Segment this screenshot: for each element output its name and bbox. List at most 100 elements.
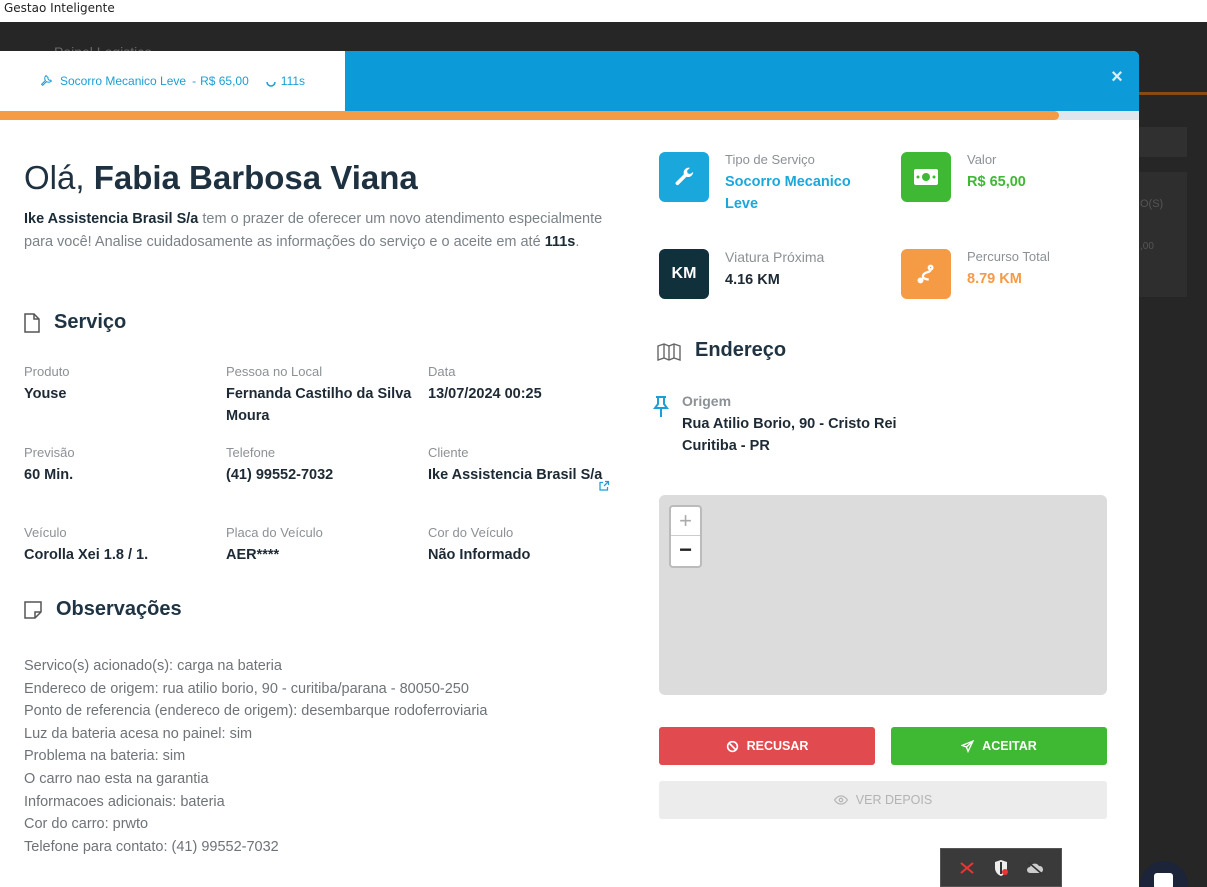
field-value: (41) 99552-7032 [226, 467, 334, 483]
kpi-route-total: Percurso Total 8.79 KM [901, 249, 1111, 299]
observations-section-title: Observações [24, 598, 182, 621]
observations-list: Servico(s) acionado(s): carga na bateria… [24, 655, 487, 858]
km-badge: KM [659, 249, 709, 299]
field-label: Cliente [428, 445, 469, 460]
observation-line: Cor do carro: prwto [24, 816, 149, 833]
field-value: Não Informado [428, 547, 531, 563]
kpi-label: Tipo de Serviço [725, 152, 815, 167]
security-shield-icon[interactable] [993, 859, 1009, 877]
observation-line: Ponto de referencia (endereco de origem)… [24, 703, 488, 720]
provider-name: Fabia Barbosa Viana [93, 159, 418, 196]
field-label: Telefone [226, 445, 276, 460]
document-icon [24, 312, 40, 333]
kpi-label: Percurso Total [967, 249, 1050, 264]
kpi-label: Valor [967, 152, 997, 167]
field-data: Data 13/07/2024 00:25 [428, 364, 618, 405]
network-disconnected-icon[interactable] [958, 860, 976, 876]
field-value: Corolla Xei 1.8 / 1. [24, 547, 149, 563]
ban-icon [726, 740, 739, 753]
note-icon [24, 600, 42, 619]
map-zoom-control: + − [669, 505, 702, 568]
field-value: Youse [24, 386, 67, 402]
window-title: Gestao Inteligente [0, 0, 1207, 22]
modal-header: Socorro Mecanico Leve - R$ 65,00 111s × [0, 51, 1139, 111]
pin-icon [652, 393, 670, 457]
address-section-title: Endereço [657, 339, 786, 362]
chat-button[interactable] [1140, 861, 1188, 887]
field-label: Data [428, 364, 456, 379]
field-label: Cor do Veículo [428, 525, 514, 540]
field-label: Pessoa no Local [226, 364, 323, 379]
spinner-icon [265, 75, 277, 87]
field-pessoa-no-local: Pessoa no Local Fernanda Castilho da Sil… [226, 364, 416, 427]
view-later-label: VER DEPOIS [855, 793, 933, 807]
chat-icon [1154, 873, 1173, 887]
observation-line: Telefone para contato: (41) 99552-7032 [24, 838, 279, 855]
close-button[interactable]: × [1109, 67, 1125, 87]
origin-label: Origem [682, 393, 732, 409]
cloud-offline-icon[interactable] [1026, 860, 1044, 875]
origin-line2: Curitiba - PR [682, 438, 770, 454]
field-produto: Produto Youse [24, 364, 214, 405]
observation-line: O carro nao esta na garantia [24, 770, 209, 787]
service-title-text: Serviço [54, 311, 127, 333]
observations-title-text: Observações [56, 598, 182, 620]
view-later-button[interactable]: VER DEPOIS [659, 781, 1107, 819]
kpi-value: Socorro Mecanico Leve [725, 174, 851, 212]
field-cor-veiculo: Cor do Veículo Não Informado [428, 525, 618, 566]
countdown-progress-fill [0, 111, 1060, 120]
observation-line: Informacoes adicionais: bateria [24, 793, 225, 810]
field-value: 13/07/2024 00:25 [428, 386, 542, 402]
intro-time: 111s [544, 234, 576, 250]
refuse-label: RECUSAR [746, 739, 809, 753]
observation-line: Servico(s) acionado(s): carga na bateria [24, 658, 282, 674]
wrench-icon [659, 152, 709, 202]
external-link-icon[interactable] [598, 480, 610, 492]
refuse-button[interactable]: RECUSAR [659, 727, 875, 765]
tab-price: R$ 65,00 [200, 74, 249, 88]
kpi-value: 4.16 KM [725, 272, 780, 288]
countdown-progress [0, 111, 1139, 120]
tab-separator: - [192, 74, 197, 88]
greeting-prefix: Olá, [24, 159, 94, 196]
observation-line: Problema na bateria: sim [24, 748, 186, 765]
tab-service-name: Socorro Mecanico Leve [60, 74, 187, 88]
greeting-title: Olá, Fabia Barbosa Viana [24, 159, 418, 197]
field-value: AER**** [226, 547, 280, 563]
kpi-service-type: Tipo de Serviço Socorro Mecanico Leve [659, 152, 889, 215]
background-accent-line [1139, 92, 1207, 95]
field-value: Fernanda Castilho da Silva Moura [226, 386, 412, 424]
background-card [1139, 127, 1187, 157]
route-icon [901, 249, 951, 299]
accept-button[interactable]: ACEITAR [891, 727, 1107, 765]
map-view[interactable]: + − [659, 495, 1107, 695]
zoom-out-button[interactable]: − [671, 536, 700, 565]
map-icon [657, 341, 681, 361]
field-value: Ike Assistencia Brasil S/a [428, 467, 603, 483]
zoom-in-button[interactable]: + [671, 507, 700, 536]
kpi-label: Viatura Próxima [725, 249, 825, 265]
eye-icon [833, 794, 848, 806]
address-title-text: Endereço [695, 339, 787, 361]
origin-line1: Rua Atilio Borio, 90 - Cristo Rei [682, 416, 897, 432]
system-tray [940, 848, 1062, 887]
field-label: Produto [24, 364, 70, 379]
field-previsao: Previsão 60 Min. [24, 445, 214, 486]
offer-modal: Socorro Mecanico Leve - R$ 65,00 111s × … [0, 51, 1139, 887]
observation-line: Endereco de origem: rua atilio borio, 90… [24, 680, 469, 697]
service-section-title: Serviço [24, 311, 126, 334]
background-text: ,00 [1140, 241, 1154, 252]
field-value: 60 Min. [24, 467, 74, 483]
field-telefone: Telefone (41) 99552-7032 [226, 445, 416, 486]
intro-text: Ike Assistencia Brasil S/a tem o prazer … [24, 208, 624, 254]
background-card [1139, 172, 1187, 297]
accept-label: ACEITAR [982, 739, 1037, 753]
observation-line: Luz da bateria acesa no painel: sim [24, 725, 253, 742]
field-placa: Placa do Veículo AER**** [226, 525, 416, 566]
service-tab[interactable]: Socorro Mecanico Leve - R$ 65,00 111s [0, 51, 345, 111]
field-label: Veículo [24, 525, 67, 540]
tab-timer: 111s [280, 74, 306, 88]
field-label: Previsão [24, 445, 75, 460]
intro-end: . [575, 234, 580, 250]
field-cliente: Cliente Ike Assistencia Brasil S/a [428, 445, 618, 486]
